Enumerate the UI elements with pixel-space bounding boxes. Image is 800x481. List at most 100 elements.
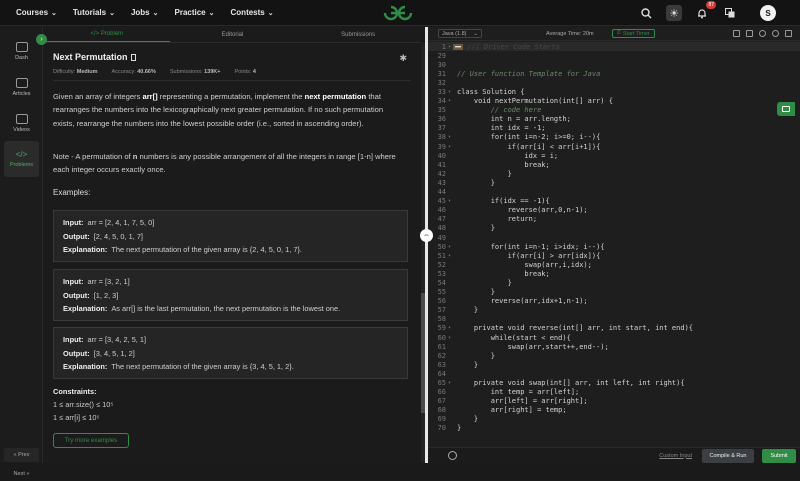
format-icon[interactable]	[746, 30, 753, 37]
bookmark-icon[interactable]	[130, 54, 136, 62]
code-line[interactable]: 54 }	[428, 278, 800, 287]
theme-toggle-icon[interactable]: ☀	[666, 5, 682, 21]
sidebar-item-videos[interactable]: Videos	[0, 105, 43, 141]
submit-button[interactable]: Submit	[762, 448, 796, 463]
code-line[interactable]: 34 ▾ void nextPermutation(int[] arr) {	[428, 97, 800, 106]
line-number: 35	[437, 106, 446, 115]
code-text: int temp = arr[left];	[457, 388, 580, 397]
code-line[interactable]: 61 swap(arr,start++,end--);	[428, 342, 800, 351]
bug-report-icon[interactable]: ✱	[399, 53, 407, 64]
settings-icon[interactable]	[772, 30, 779, 37]
code-line[interactable]: 69 }	[428, 415, 800, 424]
prev-button[interactable]: « Prev	[4, 448, 39, 462]
chat-icon[interactable]	[777, 102, 795, 116]
code-line[interactable]: 59 ▾ private void reverse(int[] arr, int …	[428, 324, 800, 333]
line-number: 43	[437, 178, 446, 187]
code-line[interactable]: 42 }	[428, 169, 800, 178]
resize-handle-icon[interactable]: ⇔	[420, 229, 433, 242]
copy-icon[interactable]	[733, 30, 740, 37]
code-line[interactable]: 53 break;	[428, 269, 800, 278]
code-line[interactable]: 51 ▾ if(arr[i] > arr[idx]){	[428, 251, 800, 260]
meta-label: Points:	[234, 69, 252, 75]
code-line[interactable]: 46 reverse(arr,0,n-1);	[428, 206, 800, 215]
sidebar-item-label: Articles	[12, 90, 31, 97]
next-button[interactable]: Next »	[4, 467, 39, 481]
nav-contests[interactable]: Contests ⌄	[231, 8, 274, 17]
code-line[interactable]: 44	[428, 188, 800, 197]
code-line[interactable]: 35 // code here	[428, 106, 800, 115]
code-line[interactable]: 70}	[428, 424, 800, 433]
code-text: int n = arr.length;	[457, 115, 571, 124]
code-line[interactable]: 32	[428, 78, 800, 87]
code-line[interactable]: 38 ▾ for(int i=n-2; i>=0; i--){	[428, 133, 800, 142]
nav-jobs[interactable]: Jobs ⌄	[131, 8, 159, 17]
code-line[interactable]: 1 ▾ ▬▬//{ Driver Code Starts	[428, 42, 800, 52]
code-line[interactable]: 40 idx = i;	[428, 151, 800, 160]
code-line[interactable]: 63 }	[428, 360, 800, 369]
video-icon	[15, 113, 28, 124]
code-line[interactable]: 58	[428, 315, 800, 324]
code-line[interactable]: 52 swap(arr,i,idx);	[428, 260, 800, 269]
start-timer-button[interactable]: ⏱ Start Timer	[611, 29, 655, 38]
nav-label: Tutorials	[72, 8, 107, 17]
nav-practice[interactable]: Practice ⌄	[175, 8, 215, 17]
code-line[interactable]: 36 int n = arr.length;	[428, 115, 800, 124]
code-line[interactable]: 50 ▾ for(int i=n-1; i>idx; i--){	[428, 242, 800, 251]
tab-editorial[interactable]: Editorial	[170, 27, 296, 42]
code-line[interactable]: 37 int idx = -1;	[428, 124, 800, 133]
code-line[interactable]: 49	[428, 233, 800, 242]
code-line[interactable]: 48 }	[428, 224, 800, 233]
code-line[interactable]: 64	[428, 369, 800, 378]
fullscreen-icon[interactable]	[785, 30, 792, 37]
bell-icon[interactable]: 87	[694, 1, 716, 21]
code-line[interactable]: 66 int temp = arr[left];	[428, 388, 800, 397]
custom-input-link[interactable]: Custom Input	[659, 453, 692, 459]
tab-problem[interactable]: </> Problem	[44, 27, 170, 42]
code-line[interactable]: 55 }	[428, 288, 800, 297]
code-line[interactable]: 57 }	[428, 306, 800, 315]
meta-value: 4	[252, 69, 256, 75]
code-text: idx = i;	[457, 151, 559, 160]
problem-title-text: Next Permutation	[53, 52, 128, 62]
code-line[interactable]: 65 ▾ private void swap(int[] arr, int lef…	[428, 378, 800, 387]
expand-sidebar-icon[interactable]: ›	[36, 34, 47, 45]
gfg-logo[interactable]	[383, 4, 413, 21]
code-line[interactable]: 56 reverse(arr,idx+1,n-1);	[428, 297, 800, 306]
code-line[interactable]: 47 return;	[428, 215, 800, 224]
try-more-examples-button[interactable]: Try more examples	[53, 433, 129, 448]
line-number: 33	[437, 88, 446, 97]
sidebar-item-problems[interactable]: </> Problems	[4, 141, 39, 177]
code-line[interactable]: 31 // User function Template for Java	[428, 69, 800, 78]
code-line[interactable]: 45 ▾ if(idx == -1){	[428, 197, 800, 206]
search-icon[interactable]	[638, 5, 654, 21]
compile-run-button[interactable]: Compile & Run	[702, 448, 754, 463]
nav-tutorials[interactable]: Tutorials ⌄	[73, 8, 115, 17]
example-box: Input: arr = [3, 4, 2, 5, 1] Output: [3, 4…	[53, 327, 408, 379]
code-line[interactable]: 39 ▾ if(arr[i] < arr[i+1]){	[428, 142, 800, 151]
code-line[interactable]: 41 break;	[428, 160, 800, 169]
collapsed-region-marker[interactable]: ▬▬	[453, 43, 464, 50]
tab-submissions[interactable]: Submissions	[295, 27, 421, 42]
problem-description: Given an array of integers arr[] represe…	[53, 90, 405, 130]
code-line[interactable]: 67 arr[left] = arr[right];	[428, 397, 800, 406]
translate-icon[interactable]	[722, 5, 738, 21]
code-line[interactable]: 30	[428, 60, 800, 69]
reset-icon[interactable]	[759, 30, 766, 37]
code-line[interactable]: 43 }	[428, 178, 800, 187]
code-text: break;	[457, 269, 550, 278]
meta-value: Medium	[76, 69, 98, 75]
language-select[interactable]: Java (1.8) ⌄	[438, 29, 482, 38]
code-lines[interactable]: 1 ▾ ▬▬//{ Driver Code Starts 29 30 31 // User …	[428, 42, 800, 433]
code-line[interactable]: 33 ▾ class Solution {	[428, 87, 800, 96]
code-line[interactable]: 68 arr[right] = temp;	[428, 406, 800, 415]
code-line[interactable]: 62 }	[428, 351, 800, 360]
code-line[interactable]: 60 ▾ while(start < end){	[428, 333, 800, 342]
sidebar-item-articles[interactable]: Articles	[0, 69, 43, 105]
timer-icon: ⏱	[616, 30, 621, 36]
gear-icon[interactable]	[448, 451, 457, 460]
code-text: }	[457, 351, 495, 360]
nav-courses[interactable]: Courses ⌄	[16, 8, 57, 17]
line-number: 52	[437, 260, 446, 269]
code-line[interactable]: 29	[428, 51, 800, 60]
avatar[interactable]: S	[760, 5, 776, 21]
